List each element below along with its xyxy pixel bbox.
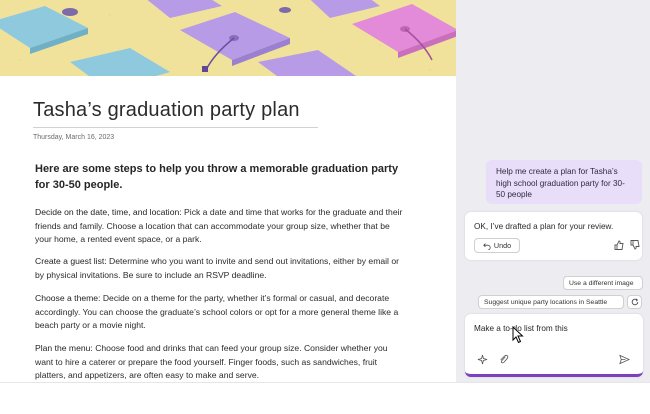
bottom-strip [0, 382, 650, 414]
step-paragraph: Plan the menu: Choose food and drinks th… [35, 342, 407, 382]
step-lead: Choose a theme: [35, 293, 101, 303]
undo-button[interactable]: Undo [474, 238, 520, 253]
document-intro-heading: Here are some steps to help you throw a … [35, 163, 399, 191]
refresh-icon [631, 298, 638, 306]
step-lead: Create a guest list: [35, 256, 107, 266]
suggestion-chip-different-image[interactable]: Use a different image [563, 276, 643, 290]
assistant-response-card: OK, I’ve drafted a plan for your review.… [465, 212, 642, 260]
step-lead: Decide on the date, time, and location: [35, 207, 182, 217]
mouse-cursor-icon [512, 326, 524, 344]
graduation-cap-banner-image [0, 0, 456, 76]
step-lead: Plan the menu: [35, 343, 93, 353]
compose-input[interactable] [474, 324, 624, 333]
document-date: Thursday, March 16, 2023 [33, 134, 115, 141]
banner-illustration [0, 0, 456, 76]
paperclip-icon[interactable] [498, 354, 509, 365]
send-icon[interactable] [619, 354, 630, 365]
title-divider [33, 127, 318, 128]
step-paragraph: Choose a theme: Decide on a theme for th… [35, 292, 407, 333]
assistant-message: OK, I’ve drafted a plan for your review. [474, 222, 614, 231]
copilot-pane: Help me create a plan for Tasha’s high s… [456, 0, 650, 382]
undo-label: Undo [493, 241, 512, 250]
step-paragraph: Decide on the date, time, and location: … [35, 206, 407, 247]
thumbs-up-icon[interactable] [614, 240, 624, 250]
refresh-suggestions-button[interactable] [627, 295, 642, 309]
document-title: Tasha’s graduation party plan [33, 99, 300, 121]
document-pane: Tasha’s graduation party plan Thursday, … [0, 0, 456, 382]
undo-icon [483, 242, 491, 250]
compose-box [465, 314, 643, 377]
sparkle-icon[interactable] [477, 354, 488, 365]
suggestion-chip-party-locations[interactable]: Suggest unique party locations in Seattl… [478, 295, 624, 309]
step-paragraph: Create a guest list: Determine who you w… [35, 255, 407, 282]
thumbs-down-icon[interactable] [630, 240, 640, 250]
user-message-bubble: Help me create a plan for Tasha’s high s… [486, 160, 642, 204]
